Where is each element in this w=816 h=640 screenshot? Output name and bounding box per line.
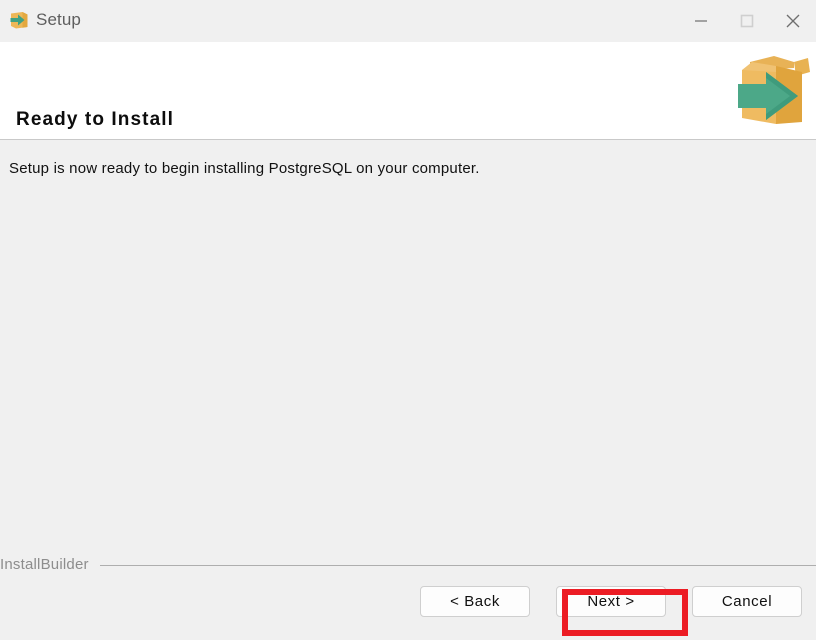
window-title: Setup [36, 10, 81, 29]
status-message: Setup is now ready to begin installing P… [9, 160, 480, 177]
header-panel: Ready to Install [0, 42, 816, 140]
next-button[interactable]: Next > [556, 586, 666, 617]
installbuilder-brand: InstallBuilder [0, 556, 89, 573]
window-controls [678, 0, 816, 42]
footer-divider [100, 565, 816, 566]
content-area: Setup is now ready to begin installing P… [0, 140, 816, 556]
open-box-with-green-arrow-icon [732, 50, 812, 132]
page-title: Ready to Install [16, 109, 175, 130]
minimize-button[interactable] [678, 0, 724, 42]
title-bar: Setup [0, 0, 816, 42]
footer: InstallBuilder < Back Next > Cancel [0, 556, 816, 640]
installer-box-arrow-icon [7, 8, 31, 32]
button-row: < Back Next > Cancel [420, 586, 802, 617]
setup-window: Setup Ready to Install Setup is now read… [0, 0, 816, 640]
maximize-button[interactable] [724, 0, 770, 42]
cancel-button[interactable]: Cancel [692, 586, 802, 617]
close-button[interactable] [770, 0, 816, 42]
back-button[interactable]: < Back [420, 586, 530, 617]
